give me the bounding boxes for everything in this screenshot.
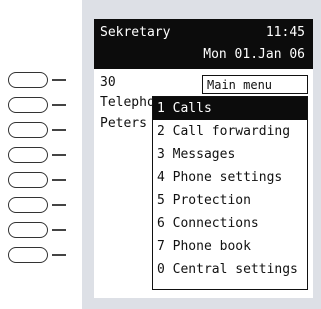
- background-line-telephone: Telepho: [100, 95, 155, 110]
- softkey-indicator-line: [52, 229, 66, 231]
- softkey-5[interactable]: [8, 172, 66, 188]
- menu-item-central-settings[interactable]: 0 Central settings: [153, 258, 307, 281]
- status-user-name: Sekretary: [100, 25, 171, 40]
- softkey-4[interactable]: [8, 147, 66, 163]
- softkey-indicator-line: [52, 204, 66, 206]
- softkey-indicator-line: [52, 179, 66, 181]
- softkey-indicator-line: [52, 129, 66, 131]
- background-line-extension: 30: [100, 75, 116, 90]
- softkey-indicator-line: [52, 254, 66, 256]
- softkey-7[interactable]: [8, 222, 66, 238]
- menu-item-calls[interactable]: 1 Calls: [153, 97, 307, 120]
- softkey-2[interactable]: [8, 97, 66, 113]
- status-date: Mon 01.Jan 06: [203, 47, 305, 62]
- softkey-indicator-line: [52, 154, 66, 156]
- softkey-button[interactable]: [8, 197, 48, 213]
- softkey-button[interactable]: [8, 172, 48, 188]
- status-bar: Sekretary 11:45 Mon 01.Jan 06: [94, 19, 313, 69]
- softkey-indicator-line: [52, 104, 66, 106]
- background-line-person: Peters: [100, 116, 147, 131]
- softkey-indicator-line: [52, 79, 66, 81]
- menu-title: Main menu: [202, 75, 308, 94]
- phone-display: Sekretary 11:45 Mon 01.Jan 06 30 Telepho…: [94, 19, 313, 298]
- menu-item-protection[interactable]: 5 Protection: [153, 189, 307, 212]
- softkey-button[interactable]: [8, 147, 48, 163]
- softkey-button[interactable]: [8, 122, 48, 138]
- menu-item-call-forwarding[interactable]: 2 Call forwarding: [153, 120, 307, 143]
- menu-item-connections[interactable]: 6 Connections: [153, 212, 307, 235]
- softkey-button[interactable]: [8, 72, 48, 88]
- softkey-button[interactable]: [8, 247, 48, 263]
- softkey-1[interactable]: [8, 72, 66, 88]
- softkey-3[interactable]: [8, 122, 66, 138]
- status-clock: 11:45: [265, 25, 305, 40]
- menu-item-phone-settings[interactable]: 4 Phone settings: [153, 166, 307, 189]
- softkey-6[interactable]: [8, 197, 66, 213]
- softkey-button[interactable]: [8, 97, 48, 113]
- main-menu: 1 Calls 2 Call forwarding 3 Messages 4 P…: [152, 96, 308, 290]
- menu-item-messages[interactable]: 3 Messages: [153, 143, 307, 166]
- softkey-button[interactable]: [8, 222, 48, 238]
- menu-item-phone-book[interactable]: 7 Phone book: [153, 235, 307, 258]
- softkey-8[interactable]: [8, 247, 66, 263]
